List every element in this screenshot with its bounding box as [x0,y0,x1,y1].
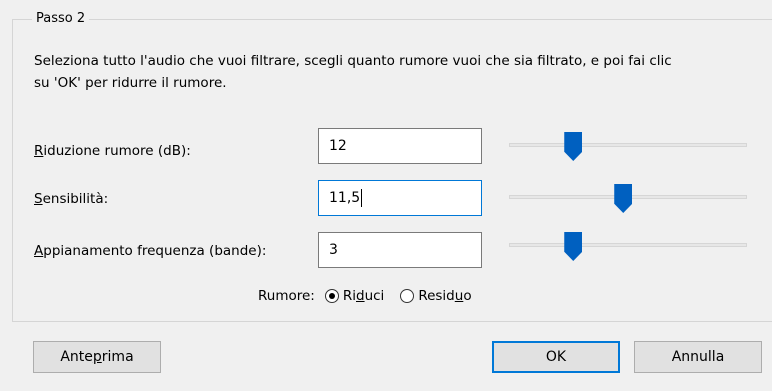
reduce-radio[interactable] [324,289,339,303]
instructions-text: Seleziona tutto l'audio che vuoi filtrar… [34,53,672,91]
noise-mode-group: Rumore: Riduci Residuo [258,287,472,305]
ok-button[interactable]: OK [492,341,620,373]
frequency-smoothing-label: Appianamento frequenza (bande): [34,243,267,259]
frequency-smoothing-input[interactable]: 3 [318,232,482,268]
sensitivity-label: Sensibilità: [34,191,109,207]
noise-reduction-input[interactable]: 12 [318,128,482,164]
noise-reduction-label: Riduzione rumore (dB): [34,143,191,159]
noise-mode-label: Rumore: [258,288,315,304]
frequency-smoothing-slider[interactable] [509,243,747,247]
noise-reduction-slider[interactable] [509,143,747,147]
residue-radio-label[interactable]: Residuo [418,287,471,305]
group-title: Passo 2 [32,10,90,28]
cancel-button[interactable]: Annulla [634,341,762,373]
preview-button[interactable]: Anteprima [33,341,161,373]
residue-radio[interactable] [400,289,415,303]
sensitivity-input[interactable]: 11,5 [318,180,482,216]
reduce-radio-label[interactable]: Riduci [343,287,384,305]
